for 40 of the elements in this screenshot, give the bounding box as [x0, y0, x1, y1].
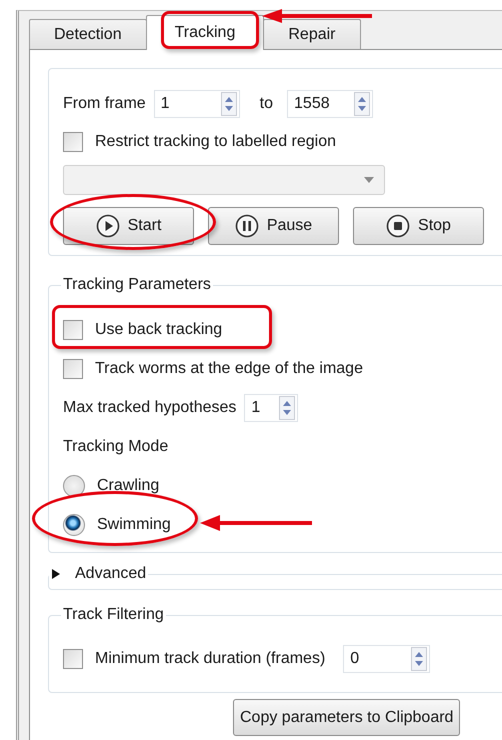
checkbox[interactable] — [63, 132, 83, 152]
pause-icon — [234, 214, 259, 238]
checkbox[interactable] — [63, 320, 83, 340]
spin-arrows-icon[interactable] — [354, 92, 370, 116]
radio-label: Swimming — [97, 516, 171, 534]
stop-icon — [386, 214, 410, 238]
action-button[interactable]: Stop — [353, 207, 484, 245]
tracking-mode-label: Tracking Mode — [63, 438, 168, 456]
spin-box[interactable]: 1 — [154, 90, 240, 118]
from-frame-label: From frame — [63, 95, 146, 113]
radio-label: Crawling — [97, 476, 160, 494]
checkbox-label: Use back tracking — [95, 320, 222, 338]
checkbox-label: Restrict tracking to labelled region — [95, 133, 336, 151]
arrow-icon — [198, 513, 314, 533]
tab[interactable]: Repair — [263, 19, 360, 49]
checkbox[interactable] — [63, 358, 83, 378]
spin-box[interactable]: 1 — [244, 394, 298, 422]
checkbox-label: Minimum track duration (frames) — [95, 650, 326, 668]
spin-arrows-icon[interactable] — [279, 396, 296, 420]
arrow-icon — [260, 8, 374, 24]
radio-button[interactable] — [63, 474, 85, 496]
action-button[interactable]: Start — [63, 207, 194, 245]
group-title: Tracking Parameters — [62, 276, 212, 294]
spin-arrows-icon[interactable] — [411, 647, 428, 671]
radio-button[interactable] — [63, 514, 85, 536]
caret-icon — [364, 177, 374, 183]
group-title: Track Filtering — [62, 606, 165, 624]
spin-box[interactable]: 0 — [343, 645, 430, 673]
to-label: to — [260, 95, 274, 113]
expand-arrow-icon[interactable] — [51, 569, 61, 579]
checkbox[interactable] — [63, 649, 83, 669]
checkbox-label: Track worms at the edge of the image — [95, 360, 363, 378]
max-hypotheses-label: Max tracked hypotheses — [63, 398, 236, 416]
group-title[interactable]: Advanced — [75, 565, 146, 583]
play-icon — [96, 214, 120, 238]
spin-arrows-icon[interactable] — [220, 92, 237, 116]
action-button[interactable]: Pause — [208, 207, 339, 245]
spin-box[interactable]: 1558 — [287, 90, 374, 118]
tab[interactable]: Detection — [29, 19, 147, 49]
copy-button[interactable]: Copy parameters to Clipboard — [233, 699, 460, 736]
